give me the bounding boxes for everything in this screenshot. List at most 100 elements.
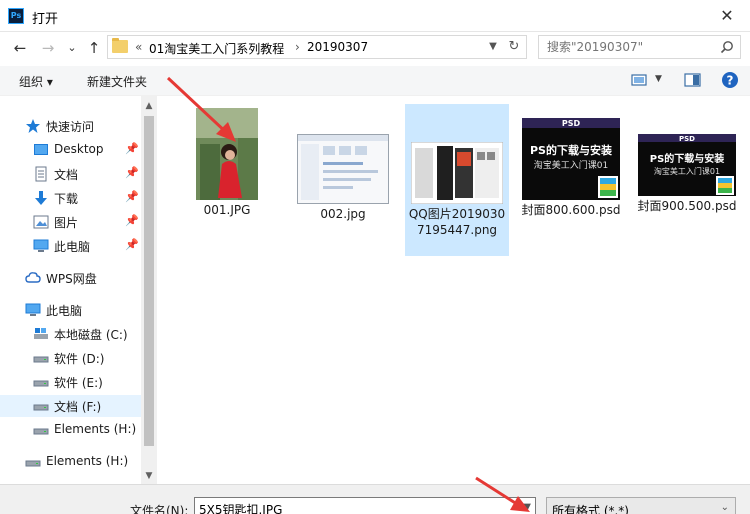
- file-item[interactable]: PSD PS的下载与安装 淘宝美工入门课01 封面800.600.psd: [519, 104, 623, 218]
- psd-thumbnail: PSD PS的下载与安装 淘宝美工入门课01: [638, 134, 736, 196]
- sidebar-item-label: Desktop: [54, 142, 104, 156]
- search-box[interactable]: [538, 35, 741, 59]
- recent-locations-button[interactable]: ⌄: [62, 39, 82, 57]
- computer-icon: [33, 239, 49, 252]
- photoshop-app-icon: Ps: [8, 8, 24, 24]
- document-icon: [35, 166, 47, 182]
- refresh-icon[interactable]: ↻: [506, 39, 522, 55]
- sidebar-item-quick-access[interactable]: 快速访问: [0, 115, 141, 137]
- file-item-selected[interactable]: QQ图片20190307195447.png: [405, 104, 509, 256]
- sidebar-scrollbar[interactable]: ▲ ▼: [141, 96, 157, 484]
- star-icon: [26, 119, 40, 133]
- close-button[interactable]: ✕: [704, 0, 750, 31]
- psd-title-text: PS的下载与安装: [530, 143, 612, 157]
- address-row: ← → ⌄ ↑ « 01淘宝美工入门系列教程 › 20190307 ▼ ↻: [0, 33, 750, 63]
- title-bar: Ps 打开 ✕: [0, 0, 750, 32]
- search-input[interactable]: [547, 39, 717, 55]
- search-icon[interactable]: [720, 40, 734, 54]
- psd-title-text: PS的下载与安装: [650, 152, 725, 165]
- organize-menu[interactable]: 组织 ▾: [19, 73, 53, 90]
- drive-icon: [25, 460, 41, 467]
- sidebar-item-documents[interactable]: 文档 📌: [0, 163, 141, 185]
- window-title: 打开: [32, 12, 59, 27]
- new-folder-button[interactable]: 新建文件夹: [87, 73, 147, 90]
- breadcrumb-separator[interactable]: ›: [295, 40, 300, 54]
- pin-icon[interactable]: 📌: [125, 238, 139, 252]
- psd-badge-label: PSD: [679, 135, 695, 143]
- pin-icon[interactable]: 📌: [125, 142, 139, 156]
- drive-icon: [33, 428, 49, 435]
- breadcrumb-item[interactable]: 01淘宝美工入门系列教程: [149, 40, 284, 57]
- up-button[interactable]: ↑: [84, 39, 104, 57]
- pin-icon[interactable]: 📌: [125, 214, 139, 228]
- sidebar-item-drive-d[interactable]: 软件 (D:): [0, 347, 141, 369]
- sidebar-item-drive-c[interactable]: 本地磁盘 (C:): [0, 323, 141, 345]
- file-name: QQ图片20190307195447.png: [408, 207, 506, 237]
- file-name: 封面800.600.psd: [521, 203, 621, 217]
- file-item[interactable]: 001.JPG: [175, 104, 279, 218]
- drive-icon: [33, 356, 49, 363]
- view-chevron-down-icon[interactable]: ▼: [655, 74, 662, 84]
- chevron-down-icon[interactable]: ⌄: [721, 502, 729, 513]
- command-bar: 组织 ▾ 新建文件夹 ▼ ?: [0, 66, 750, 96]
- chevron-down-icon[interactable]: ▼: [486, 40, 500, 54]
- sidebar-item-desktop[interactable]: Desktop 📌: [0, 139, 141, 161]
- sidebar-item-pictures[interactable]: 图片 📌: [0, 211, 141, 233]
- breadcrumb-overflow[interactable]: «: [135, 40, 142, 54]
- breadcrumb-item[interactable]: 20190307: [307, 40, 368, 54]
- sidebar-item-this-pc[interactable]: 此电脑: [0, 299, 141, 321]
- filename-label: 文件名(N):: [130, 504, 189, 514]
- psd-thumbnail: PSD PS的下载与安装 淘宝美工入门课01: [522, 118, 620, 200]
- download-icon: [35, 191, 47, 205]
- file-name: 002.jpg: [320, 207, 366, 221]
- scroll-up-icon[interactable]: ▲: [141, 98, 157, 114]
- sidebar-item-label: 下载: [54, 192, 79, 206]
- pin-icon[interactable]: 📌: [125, 190, 139, 204]
- pin-icon[interactable]: 📌: [125, 166, 139, 180]
- sidebar-item-label: Elements (H:): [46, 454, 129, 468]
- help-label: ?: [727, 74, 734, 88]
- screenshot-thumbnail: [411, 142, 503, 204]
- sidebar-item-label: 此电脑: [46, 304, 83, 318]
- help-icon[interactable]: ?: [721, 71, 739, 89]
- view-options-icon[interactable]: [631, 71, 647, 89]
- preview-pane-icon[interactable]: [684, 71, 701, 89]
- sidebar-item-drive-f[interactable]: 文档 (F:): [0, 395, 141, 417]
- filetype-select[interactable]: 所有格式 (*.*) ⌄: [546, 497, 736, 514]
- photo-thumbnail: [196, 108, 258, 200]
- sidebar-item-wps-cloud[interactable]: WPS网盘: [0, 267, 141, 289]
- sidebar-item-label: 软件 (D:): [54, 352, 105, 366]
- file-name: 封面900.500.psd: [637, 199, 737, 213]
- sidebar-item-label: 图片: [54, 216, 79, 230]
- sidebar-item-elements-h[interactable]: Elements (H:): [0, 451, 141, 473]
- sidebar-item-drive-h[interactable]: Elements (H:): [0, 419, 141, 441]
- file-item[interactable]: PSD PS的下载与安装 淘宝美工入门课01 封面900.500.psd: [635, 104, 739, 214]
- filename-input[interactable]: [199, 502, 509, 514]
- forward-button[interactable]: →: [38, 39, 58, 57]
- sidebar-item-label: 快速访问: [46, 120, 95, 134]
- sidebar-item-label: 软件 (E:): [54, 376, 103, 390]
- drive-c-icon: [34, 328, 48, 339]
- sidebar-item-downloads[interactable]: 下载 📌: [0, 187, 141, 209]
- psd-subtitle-text: 淘宝美工入门课01: [534, 159, 608, 171]
- drive-icon: [33, 404, 49, 411]
- desktop-icon: [34, 144, 48, 155]
- chevron-down-icon[interactable]: ▼: [523, 502, 531, 513]
- file-name: 001.JPG: [203, 203, 251, 217]
- navigation-pane: 快速访问 Desktop 📌 文档 📌 下载 📌 图片 📌 此电脑 📌 WPS网…: [0, 96, 157, 484]
- psd-subtitle-text: 淘宝美工入门课01: [654, 166, 720, 176]
- folder-icon: [112, 38, 128, 53]
- drive-icon: [33, 380, 49, 387]
- filename-combobox[interactable]: ▼: [194, 497, 536, 514]
- filename-bar: 文件名(N): ▼ 所有格式 (*.*) ⌄: [0, 484, 750, 514]
- file-item[interactable]: 002.jpg: [291, 104, 395, 222]
- sidebar-item-drive-e[interactable]: 软件 (E:): [0, 371, 141, 393]
- sidebar-item-this-pc-pinned[interactable]: 此电脑 📌: [0, 235, 141, 257]
- sidebar-item-label: WPS网盘: [46, 272, 97, 286]
- back-button[interactable]: ←: [10, 39, 30, 57]
- scrollbar-thumb[interactable]: [144, 116, 154, 446]
- address-bar[interactable]: « 01淘宝美工入门系列教程 › 20190307 ▼ ↻: [107, 35, 527, 59]
- computer-icon: [25, 303, 41, 316]
- scroll-down-icon[interactable]: ▼: [141, 468, 157, 484]
- picture-icon: [33, 215, 49, 229]
